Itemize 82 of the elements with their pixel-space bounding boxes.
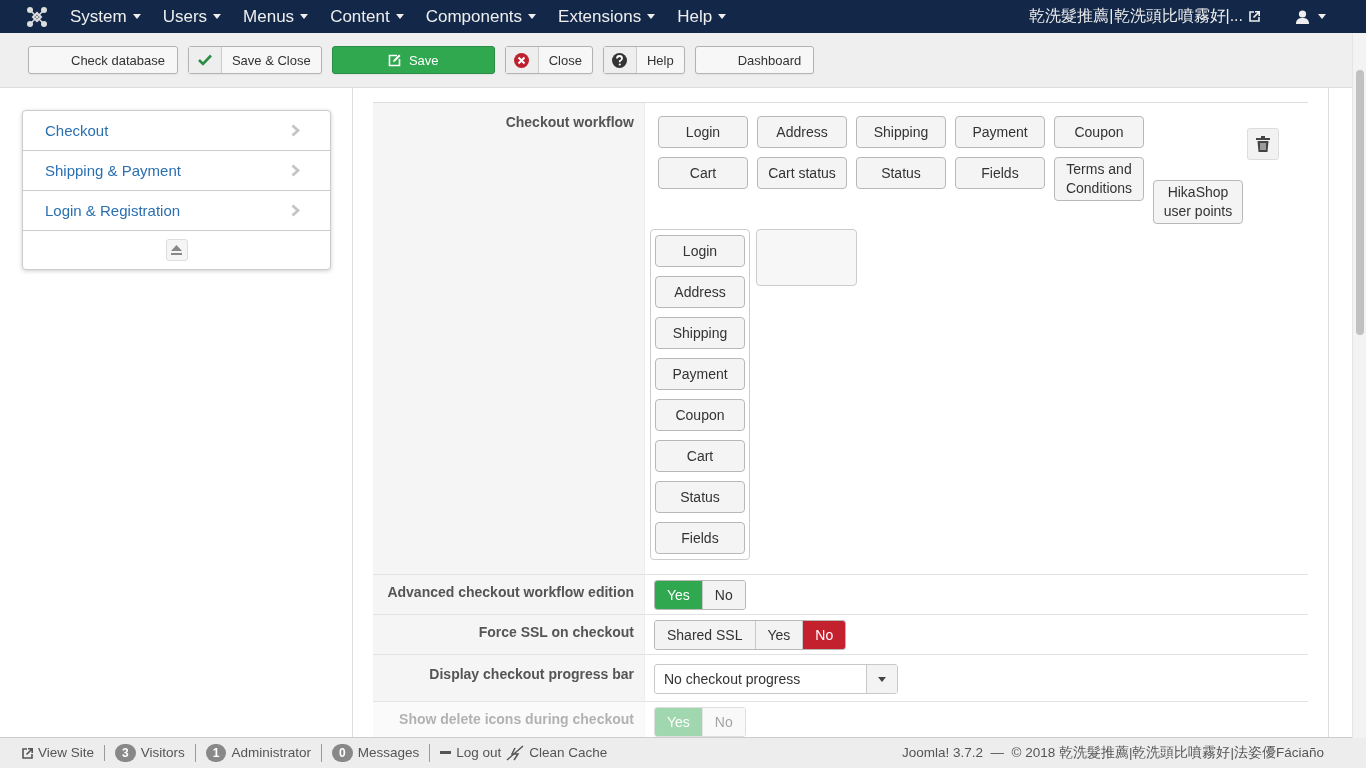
workflow-block[interactable]: Login	[655, 235, 745, 267]
workflow-block[interactable]: Fields	[955, 157, 1045, 189]
external-link-icon	[1249, 11, 1260, 22]
field-label: Checkout workflow	[373, 103, 645, 574]
count-badge: 1	[205, 744, 227, 762]
chevron-icon	[291, 204, 300, 217]
user-menu[interactable]	[1296, 9, 1326, 24]
caret-icon	[647, 14, 656, 19]
workflow-block[interactable]: Terms and Conditions	[1054, 157, 1144, 201]
workflow-block[interactable]: Coupon	[655, 399, 745, 431]
caret-icon	[213, 14, 222, 19]
menu-item[interactable]: Users	[162, 6, 222, 27]
field-label: Force SSL on checkout	[373, 615, 645, 654]
caret-icon	[300, 14, 309, 19]
view-site-link[interactable]: View Site	[38, 745, 95, 761]
caret-icon	[1318, 14, 1326, 19]
status-link[interactable]: Administrator	[231, 745, 311, 761]
user-icon	[1296, 9, 1309, 24]
scrollbar-thumb[interactable]	[1356, 70, 1364, 335]
workflow-block[interactable]: Cart	[658, 157, 748, 189]
status-link[interactable]: Visitors	[140, 745, 185, 761]
caret-icon	[395, 14, 404, 19]
clean-cache-link[interactable]: Clean Cache	[529, 745, 608, 761]
joomla-logo	[26, 5, 48, 28]
count-badge: 3	[115, 744, 136, 762]
toggle-option[interactable]: No	[802, 621, 846, 649]
toggle-option[interactable]: No	[701, 581, 745, 609]
menu-item[interactable]: Menus	[243, 6, 309, 27]
workflow-block[interactable]: Coupon	[1054, 116, 1144, 148]
workflow-block[interactable]: HikaShop user points	[1153, 180, 1243, 224]
toolbar-button[interactable]: Help	[602, 46, 685, 74]
menu-item[interactable]: Content	[330, 6, 404, 27]
workflow-block[interactable]: Shipping	[856, 116, 946, 148]
workflow-block[interactable]: Shipping	[655, 317, 745, 349]
workflow-block[interactable]: Cart status	[757, 157, 847, 189]
workflow-block[interactable]: Address	[655, 276, 745, 308]
delete-button[interactable]	[1247, 128, 1279, 160]
workflow-block[interactable]: Fields	[655, 522, 745, 554]
minus-icon	[440, 751, 452, 755]
workflow-block[interactable]: Status	[655, 481, 745, 513]
workflow-block[interactable]: Payment	[955, 116, 1045, 148]
menu-item[interactable]: Components	[425, 6, 537, 27]
caret-icon	[878, 676, 886, 682]
eject-icon	[171, 245, 182, 255]
check-icon	[197, 54, 212, 66]
status-link[interactable]: Messages	[357, 745, 420, 761]
toolbar-button[interactable]: Save & Close	[187, 46, 322, 74]
toolbar-button[interactable]: Close	[504, 46, 593, 74]
sidebar-item[interactable]: Shipping & Payment	[23, 151, 330, 191]
caret-icon	[718, 14, 727, 19]
menu-item[interactable]: Help	[677, 6, 727, 27]
menu-item[interactable]: System	[70, 6, 141, 27]
site-link[interactable]: 乾洗髮推薦|乾洗頭比噴霧好|...	[1029, 6, 1243, 27]
chevron-icon	[291, 164, 300, 177]
dropdown-field[interactable]: No checkout progress	[654, 664, 898, 694]
count-badge: 0	[331, 744, 353, 762]
external-link-icon	[22, 747, 33, 759]
toolbar-button[interactable]: Check database	[28, 46, 178, 74]
help-icon	[612, 52, 628, 68]
toolbar-button[interactable]: Dashboard	[694, 46, 815, 74]
caret-icon	[528, 14, 537, 19]
workflow-block[interactable]: Address	[757, 116, 847, 148]
field-label: Advanced checkout workflow edition	[373, 575, 645, 614]
cache-icon	[506, 745, 525, 761]
toggle-option[interactable]: Shared SSL	[655, 621, 755, 649]
sidebar-item[interactable]: Checkout	[23, 111, 330, 151]
workflow-block[interactable]: Payment	[655, 358, 745, 390]
sidebar-item[interactable]: Login & Registration	[23, 191, 330, 231]
field-label: Display checkout progress bar	[373, 655, 645, 701]
collapse-button[interactable]	[165, 239, 188, 261]
chevron-icon	[291, 124, 300, 137]
workflow-block[interactable]: Cart	[655, 440, 745, 472]
workflow-block[interactable]: Login	[658, 116, 748, 148]
caret-icon	[132, 14, 141, 19]
menu-item[interactable]: Extensions	[558, 6, 656, 27]
logout-link[interactable]: Log out	[456, 745, 502, 761]
footer-text: Joomla! 3.7.2 — © 2018 乾洗髮推薦|乾洗頭比噴霧好|法姿優Fáciaño	[901, 744, 1324, 762]
edit-icon	[387, 53, 401, 67]
workflow-block[interactable]: Status	[856, 157, 946, 189]
cancel-icon	[514, 52, 530, 68]
trash-icon	[1256, 136, 1270, 152]
toggle-option[interactable]: Yes	[754, 621, 803, 649]
